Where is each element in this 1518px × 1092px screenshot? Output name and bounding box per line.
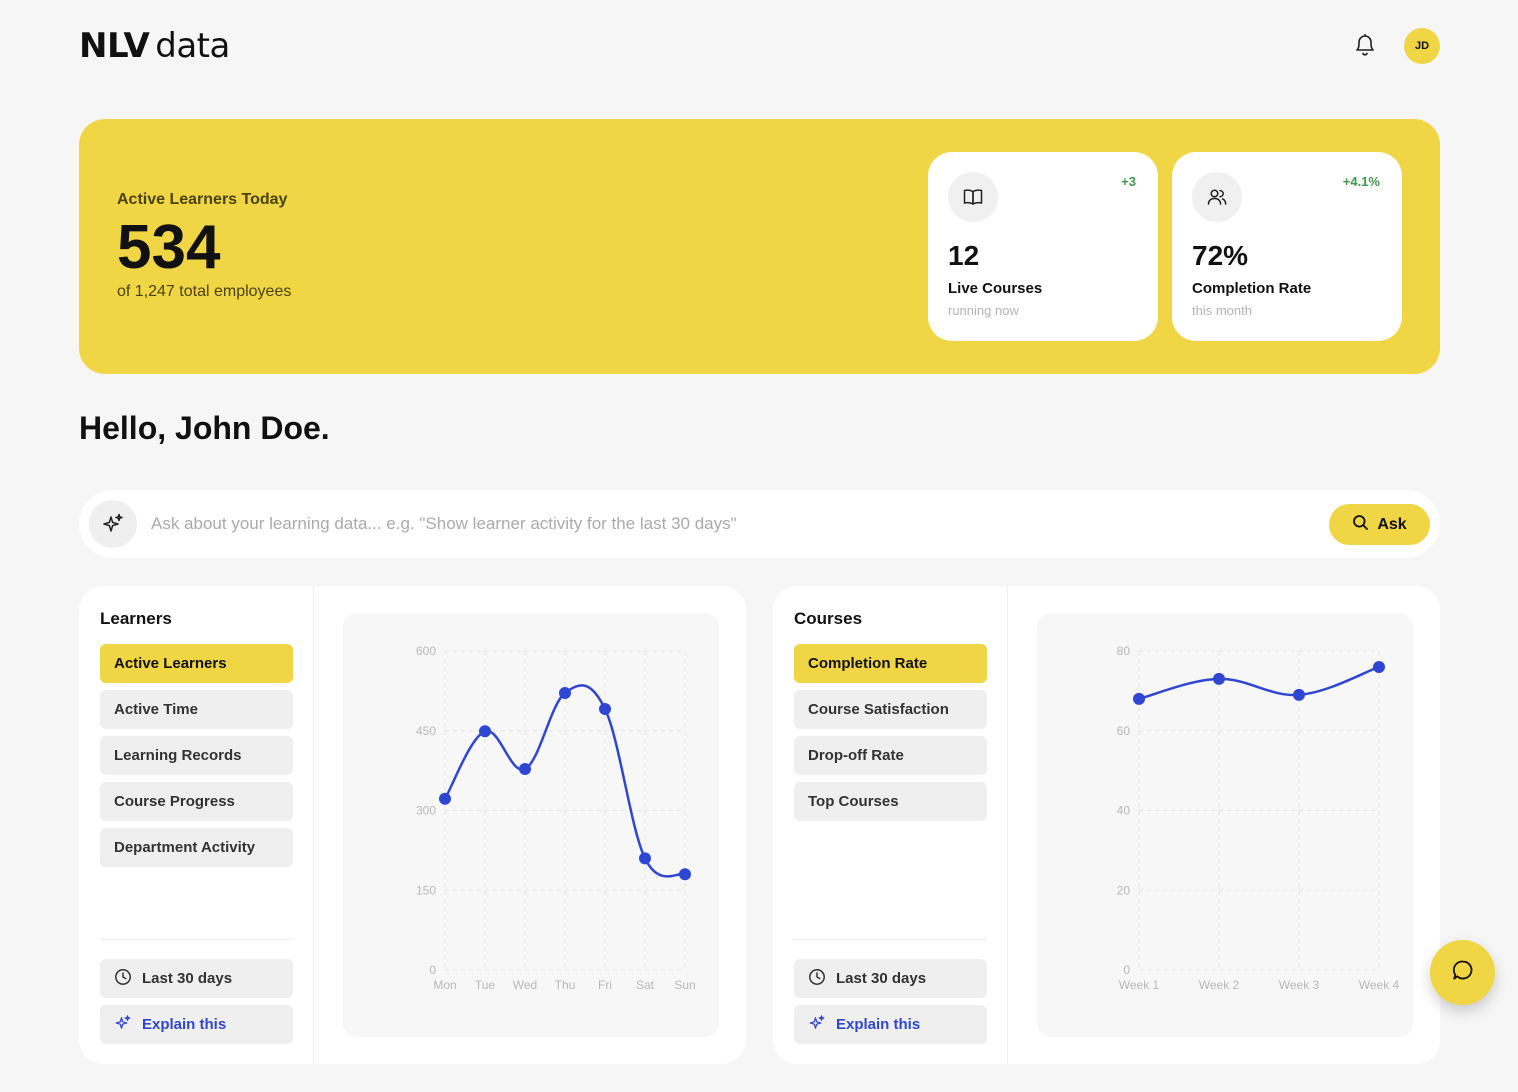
hero-value: 534 xyxy=(117,213,221,282)
menu-item-department-activity[interactable]: Department Activity xyxy=(100,828,293,867)
clock-icon xyxy=(114,968,132,990)
greeting: Hello, John Doe. xyxy=(79,410,330,446)
top-bar: NLV data JD xyxy=(79,26,1440,66)
courses-panel: Courses Completion Rate Course Satisfact… xyxy=(773,586,1440,1064)
stat-subtitle: running now xyxy=(948,303,1019,318)
logo-word: data xyxy=(155,26,230,66)
data-point[interactable] xyxy=(1213,672,1225,685)
search-icon xyxy=(1352,514,1369,536)
y-tick-label: 600 xyxy=(416,644,436,658)
avatar[interactable]: JD xyxy=(1404,28,1440,64)
menu-item-active-learners[interactable]: Active Learners xyxy=(100,644,293,683)
learners-sidebar: Learners Active Learners Active Time Lea… xyxy=(79,586,314,1064)
x-tick-label: Fri xyxy=(598,978,612,992)
data-point[interactable] xyxy=(1133,692,1145,705)
data-point[interactable] xyxy=(439,792,451,805)
sparkle-icon xyxy=(89,500,137,548)
divider xyxy=(794,939,987,940)
chat-button[interactable] xyxy=(1430,940,1495,1005)
data-point[interactable] xyxy=(559,687,571,700)
stat-title: Live Courses xyxy=(948,280,1043,297)
hero-banner: Active Learners Today 534 of 1,247 total… xyxy=(79,119,1440,374)
sparkle-icon xyxy=(114,1014,132,1036)
menu-item-learning-records[interactable]: Learning Records xyxy=(100,736,293,775)
learners-panel: Learners Active Learners Active Time Lea… xyxy=(79,586,746,1064)
x-tick-label: Week 1 xyxy=(1119,978,1160,992)
stat-card-live-courses[interactable]: +3 12 Live Courses running now xyxy=(928,152,1158,341)
menu-item-top-courses[interactable]: Top Courses xyxy=(794,782,987,821)
y-tick-label: 0 xyxy=(429,963,436,977)
menu-item-course-satisfaction[interactable]: Course Satisfaction xyxy=(794,690,987,729)
x-tick-label: Sun xyxy=(674,978,695,992)
hero-subtitle: of 1,247 total employees xyxy=(117,283,292,300)
menu-item-course-progress[interactable]: Course Progress xyxy=(100,782,293,821)
y-tick-label: 40 xyxy=(1117,804,1131,818)
learners-chart: 0 150 300 450 600 Mon Tue Wed Thu Fri Sat Sun xyxy=(343,613,719,1037)
learners-line-chart: 0 150 300 450 600 Mon Tue Wed Thu Fri Sat Sun xyxy=(416,644,696,992)
date-range-label: Last 30 days xyxy=(142,970,233,987)
data-point[interactable] xyxy=(519,763,531,776)
menu-item-drop-off-rate[interactable]: Drop-off Rate xyxy=(794,736,987,775)
ask-input[interactable] xyxy=(151,506,1301,542)
x-tick-label: Thu xyxy=(555,978,576,992)
date-range-label: Last 30 days xyxy=(836,970,927,987)
y-tick-label: 0 xyxy=(1123,963,1130,977)
explain-button[interactable]: Explain this xyxy=(794,1005,987,1044)
stat-card-completion-rate[interactable]: +4.1% 72% Completion Rate this month xyxy=(1172,152,1402,341)
x-tick-label: Week 2 xyxy=(1199,978,1240,992)
courses-sidebar: Courses Completion Rate Course Satisfact… xyxy=(773,586,1008,1064)
ask-button[interactable]: Ask xyxy=(1329,504,1430,545)
divider xyxy=(100,939,293,940)
courses-menu: Completion Rate Course Satisfaction Drop… xyxy=(794,644,987,828)
x-tick-label: Mon xyxy=(433,978,456,992)
x-tick-label: Tue xyxy=(475,978,496,992)
stat-value: 12 xyxy=(948,240,980,271)
hero-label: Active Learners Today xyxy=(117,191,288,208)
ask-button-label: Ask xyxy=(1377,515,1407,533)
y-tick-label: 300 xyxy=(416,804,436,818)
x-tick-label: Week 3 xyxy=(1279,978,1320,992)
explain-button[interactable]: Explain this xyxy=(100,1005,293,1044)
y-tick-label: 150 xyxy=(416,883,436,897)
courses-chart: 0 20 40 60 80 Week 1 Week 2 Week 3 Week 4 xyxy=(1037,613,1413,1037)
logo[interactable]: NLV data xyxy=(79,26,230,66)
y-tick-label: 60 xyxy=(1117,724,1131,738)
clock-icon xyxy=(808,968,826,990)
stat-delta: +4.1% xyxy=(1342,174,1380,189)
data-point[interactable] xyxy=(479,725,491,738)
data-point[interactable] xyxy=(599,702,611,715)
panel-title: Courses xyxy=(794,609,863,628)
series-line xyxy=(1138,665,1380,701)
stat-title: Completion Rate xyxy=(1192,280,1312,297)
explain-label: Explain this xyxy=(142,1016,227,1033)
menu-item-completion-rate[interactable]: Completion Rate xyxy=(794,644,987,683)
book-icon xyxy=(948,172,998,222)
courses-line-chart: 0 20 40 60 80 Week 1 Week 2 Week 3 Week 4 xyxy=(1117,644,1400,992)
data-point[interactable] xyxy=(1373,660,1385,673)
x-tick-label: Week 4 xyxy=(1359,978,1400,992)
x-tick-label: Wed xyxy=(513,978,537,992)
data-point[interactable] xyxy=(1293,688,1305,701)
stat-value: 72% xyxy=(1192,240,1249,271)
logo-brand: NLV xyxy=(79,26,150,66)
ask-bar: Ask xyxy=(79,490,1440,558)
panel-title: Learners xyxy=(100,609,172,628)
bell-icon[interactable] xyxy=(1353,32,1377,58)
sparkle-icon xyxy=(808,1014,826,1036)
users-icon xyxy=(1192,172,1242,222)
learners-menu: Active Learners Active Time Learning Rec… xyxy=(100,644,293,874)
data-point[interactable] xyxy=(639,852,651,865)
explain-label: Explain this xyxy=(836,1016,921,1033)
x-tick-label: Sat xyxy=(636,978,655,992)
menu-item-active-time[interactable]: Active Time xyxy=(100,690,293,729)
y-tick-label: 80 xyxy=(1117,644,1131,658)
stat-subtitle: this month xyxy=(1192,303,1252,318)
date-range-button[interactable]: Last 30 days xyxy=(794,959,987,998)
chat-icon xyxy=(1451,958,1475,987)
y-tick-label: 20 xyxy=(1117,883,1131,897)
data-point[interactable] xyxy=(679,868,691,881)
date-range-button[interactable]: Last 30 days xyxy=(100,959,293,998)
stat-delta: +3 xyxy=(1121,174,1136,189)
y-tick-label: 450 xyxy=(416,724,436,738)
